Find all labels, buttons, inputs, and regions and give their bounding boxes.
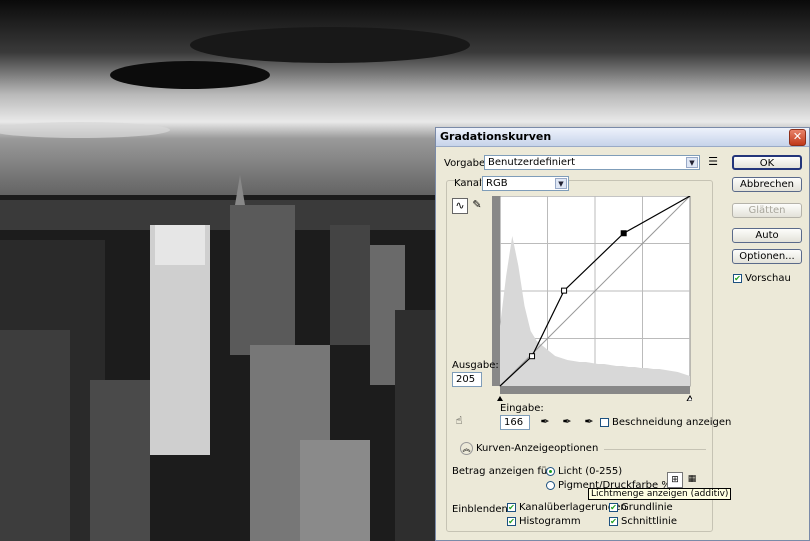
curve-options-label: Kurven-Anzeigeoptionen xyxy=(476,443,599,454)
curve-point[interactable] xyxy=(620,230,627,237)
show-clipping-checkbox[interactable] xyxy=(600,418,609,427)
hand-adjust-icon[interactable]: ☝ xyxy=(452,414,466,428)
curve-point[interactable] xyxy=(561,287,568,294)
input-field[interactable]: 166 xyxy=(500,415,530,430)
separator xyxy=(604,449,706,450)
black-eyedropper-icon[interactable]: ✒ xyxy=(538,415,552,429)
light-label: Licht (0-255) xyxy=(558,466,623,477)
preset-label: Vorgabe: xyxy=(444,158,489,169)
close-button[interactable]: ✕ xyxy=(789,129,806,146)
channel-value: RGB xyxy=(486,178,508,189)
channel-label: Kanal: xyxy=(454,178,486,189)
options-button[interactable]: Optionen... xyxy=(732,249,802,264)
intersection-checkbox[interactable]: ✔ xyxy=(609,517,618,526)
intersection-label: Schnittlinie xyxy=(621,516,677,527)
white-eyedropper-icon[interactable]: ✒ xyxy=(582,415,596,429)
dialog-title: Gradationskurven xyxy=(440,130,552,143)
chevron-down-icon: ▼ xyxy=(555,178,567,189)
smooth-button[interactable]: Glätten xyxy=(732,203,802,218)
title-bar: Gradationskurven ✕ xyxy=(436,128,809,147)
show-clipping-label: Beschneidung anzeigen xyxy=(612,417,732,428)
close-icon: ✕ xyxy=(792,130,803,143)
curve-point[interactable] xyxy=(529,353,536,360)
pencil-icon[interactable]: ✎ xyxy=(470,198,484,212)
baseline-checkbox[interactable]: ✔ xyxy=(609,503,618,512)
preview-label: Vorschau xyxy=(745,273,791,284)
detailed-grid-icon[interactable]: ▦ xyxy=(685,472,699,486)
input-label: Eingabe: xyxy=(500,403,544,414)
light-radio[interactable] xyxy=(546,467,555,476)
ok-button[interactable]: OK xyxy=(732,155,802,170)
output-field[interactable]: 205 xyxy=(452,372,482,387)
show-amount-label: Betrag anzeigen für: xyxy=(452,466,555,477)
pigment-radio[interactable] xyxy=(546,481,555,490)
preset-dropdown[interactable]: Benutzerdefiniert ▼ xyxy=(484,155,700,170)
chevron-down-icon: ▼ xyxy=(686,157,698,168)
show-label: Einblenden: xyxy=(452,504,512,515)
output-label: Ausgabe: xyxy=(452,360,499,371)
preview-checkbox[interactable]: ✔ xyxy=(733,274,742,283)
cancel-button[interactable]: Abbrechen xyxy=(732,177,802,192)
curves-dialog: Gradationskurven ✕ Vorgabe: Benutzerdefi… xyxy=(435,127,810,541)
chevron-up-icon[interactable]: ︽ xyxy=(460,442,473,455)
gray-eyedropper-icon[interactable]: ✒ xyxy=(560,415,574,429)
preset-value: Benutzerdefiniert xyxy=(488,157,576,168)
curve-point-tool-icon[interactable]: ∿ xyxy=(452,198,468,214)
histogram-checkbox[interactable]: ✔ xyxy=(507,517,516,526)
channel-overlays-checkbox[interactable]: ✔ xyxy=(507,503,516,512)
tooltip: Lichtmenge anzeigen (additiv) xyxy=(588,488,732,500)
histogram-label: Histogramm xyxy=(519,516,581,527)
curves-graph[interactable] xyxy=(492,196,692,401)
preset-options-icon[interactable]: ☰ xyxy=(706,155,720,169)
simple-grid-icon[interactable]: ⊞ xyxy=(667,472,683,488)
auto-button[interactable]: Auto xyxy=(732,228,802,243)
baseline-label: Grundlinie xyxy=(621,502,673,513)
channel-dropdown[interactable]: RGB ▼ xyxy=(482,176,569,191)
